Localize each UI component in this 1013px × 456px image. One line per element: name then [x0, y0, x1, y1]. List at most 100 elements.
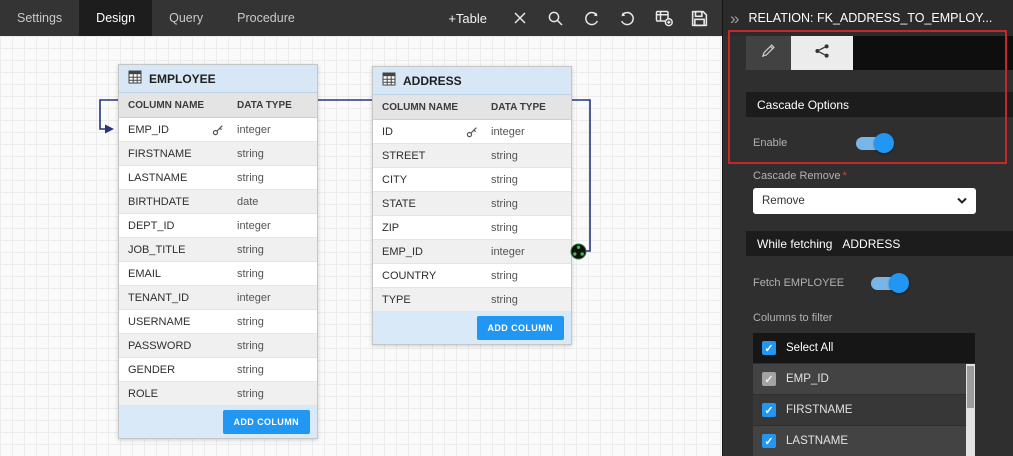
select-value: Remove: [762, 195, 805, 207]
table-row[interactable]: ROLEstring: [119, 382, 317, 406]
column-name: DEPT_ID: [128, 220, 174, 232]
tab-design[interactable]: Design: [79, 0, 152, 36]
add-column-button[interactable]: ADD COLUMN: [223, 410, 311, 434]
table-row[interactable]: PASSWORDstring: [119, 334, 317, 358]
column-name: BIRTHDATE: [128, 196, 189, 208]
enable-toggle[interactable]: [856, 137, 891, 150]
search-icon[interactable]: [545, 8, 566, 29]
table-row[interactable]: EMAILstring: [119, 262, 317, 286]
column-name: FIRSTNAME: [128, 148, 192, 160]
table-row[interactable]: BIRTHDATEdate: [119, 190, 317, 214]
table-card-employee: EMPLOYEE COLUMN NAME DATA TYPE EMP_ID in…: [118, 64, 318, 439]
primary-key-icon: [212, 124, 224, 136]
toggle-knob: [874, 133, 894, 153]
table-header[interactable]: EMPLOYEE: [119, 65, 317, 93]
column-type: string: [483, 294, 571, 306]
table-row[interactable]: USERNAMEstring: [119, 310, 317, 334]
relation-line: [0, 36, 722, 456]
list-item-emp-id[interactable]: EMP_ID: [753, 364, 975, 394]
cascade-remove-label: Cascade Remove*: [753, 170, 847, 182]
table-row[interactable]: GENDERstring: [119, 358, 317, 382]
tab-procedure[interactable]: Procedure: [220, 0, 312, 36]
column-name: ROLE: [128, 388, 158, 400]
fetch-employee-label: Fetch EMPLOYEE: [753, 277, 844, 289]
panel-header: RELATION: FK_ADDRESS_TO_EMPLOY...: [723, 0, 1013, 36]
collapse-panel-icon[interactable]: [730, 10, 739, 27]
table-row[interactable]: STATEstring: [373, 192, 571, 216]
column-type: string: [229, 172, 317, 184]
list-item-select-all[interactable]: Select All: [753, 333, 975, 363]
tab-relation[interactable]: [791, 36, 853, 70]
label-text: Cascade Remove: [753, 170, 840, 182]
table-grid-icon: [128, 70, 142, 87]
column-name: EMAIL: [128, 268, 161, 280]
relation-endpoint-icon[interactable]: [570, 243, 587, 260]
list-scrollbar[interactable]: [966, 364, 975, 456]
table-row[interactable]: COUNTRYstring: [373, 264, 571, 288]
column-name: STREET: [382, 150, 425, 162]
section-title: Cascade Options: [757, 98, 849, 112]
table-row[interactable]: DEPT_ID integer: [119, 214, 317, 238]
table-row[interactable]: JOB_TITLEstring: [119, 238, 317, 262]
checkbox-checked-icon[interactable]: [762, 403, 776, 417]
save-icon[interactable]: [689, 8, 710, 29]
design-canvas[interactable]: EMPLOYEE COLUMN NAME DATA TYPE EMP_ID in…: [0, 36, 722, 456]
list-item-label: LASTNAME: [786, 435, 848, 447]
column-name: LASTNAME: [128, 172, 187, 184]
tab-settings[interactable]: Settings: [0, 0, 79, 36]
table-row[interactable]: ID integer: [373, 120, 571, 144]
table-footer: ADD COLUMN: [119, 406, 317, 438]
table-row[interactable]: ZIPstring: [373, 216, 571, 240]
table-row[interactable]: EMP_ID integer: [119, 118, 317, 142]
column-name: CITY: [382, 174, 407, 186]
column-type: string: [483, 174, 571, 186]
section-header-while-fetching: While fetching ADDRESS: [746, 231, 1013, 256]
table-card-address: ADDRESS COLUMN NAME DATA TYPE ID integer…: [372, 66, 572, 345]
top-toolbar: Settings Design Query Procedure +Table: [0, 0, 722, 36]
add-table-button[interactable]: +Table: [448, 0, 487, 36]
column-type: integer: [229, 220, 317, 232]
table-row[interactable]: STREETstring: [373, 144, 571, 168]
column-name: EMP_ID: [382, 246, 423, 258]
table-row[interactable]: TENANT_ID integer: [119, 286, 317, 310]
column-type: string: [483, 198, 571, 210]
table-row[interactable]: CITY string: [373, 168, 571, 192]
column-name: TENANT_ID: [128, 292, 189, 304]
scrollbar-thumb[interactable]: [967, 366, 974, 408]
col-header-type: DATA TYPE: [229, 100, 317, 111]
tab-query[interactable]: Query: [152, 0, 220, 36]
section-header-cascade-options: Cascade Options: [746, 92, 1013, 117]
list-item-firstname[interactable]: FIRSTNAME: [753, 395, 975, 425]
cascade-remove-select[interactable]: Remove: [753, 188, 976, 214]
column-headers: COLUMN NAME DATA TYPE: [119, 93, 317, 118]
table-row[interactable]: LASTNAME string: [119, 166, 317, 190]
relation-share-icon: [814, 43, 830, 64]
list-item-label: Select All: [786, 342, 833, 354]
close-icon[interactable]: [509, 8, 530, 29]
checkbox-checked-icon[interactable]: [762, 434, 776, 448]
table-row[interactable]: EMP_IDinteger: [373, 240, 571, 264]
column-type: string: [229, 364, 317, 376]
required-marker: *: [842, 170, 846, 182]
list-item-lastname[interactable]: LASTNAME: [753, 426, 975, 456]
column-name: PASSWORD: [128, 340, 191, 352]
column-type: integer: [229, 292, 317, 304]
column-name: ZIP: [382, 222, 399, 234]
tab-edit[interactable]: [746, 36, 791, 70]
add-column-button[interactable]: ADD COLUMN: [477, 316, 565, 340]
primary-key-icon: [466, 126, 478, 138]
column-type: string: [229, 244, 317, 256]
refresh-ccw-icon[interactable]: [581, 8, 602, 29]
database-icon[interactable]: [653, 8, 674, 29]
table-header[interactable]: ADDRESS: [373, 67, 571, 95]
checkbox-checked-icon[interactable]: [762, 341, 776, 355]
panel-tabs: [746, 36, 1013, 70]
table-title: ADDRESS: [403, 74, 462, 88]
refresh-cw-icon[interactable]: [617, 8, 638, 29]
table-row[interactable]: FIRSTNAMEstring: [119, 142, 317, 166]
fetch-employee-toggle[interactable]: [871, 277, 906, 290]
list-item-label: EMP_ID: [786, 373, 829, 385]
pencil-icon: [761, 43, 776, 63]
table-row[interactable]: TYPEstring: [373, 288, 571, 312]
column-type: integer: [483, 126, 571, 138]
